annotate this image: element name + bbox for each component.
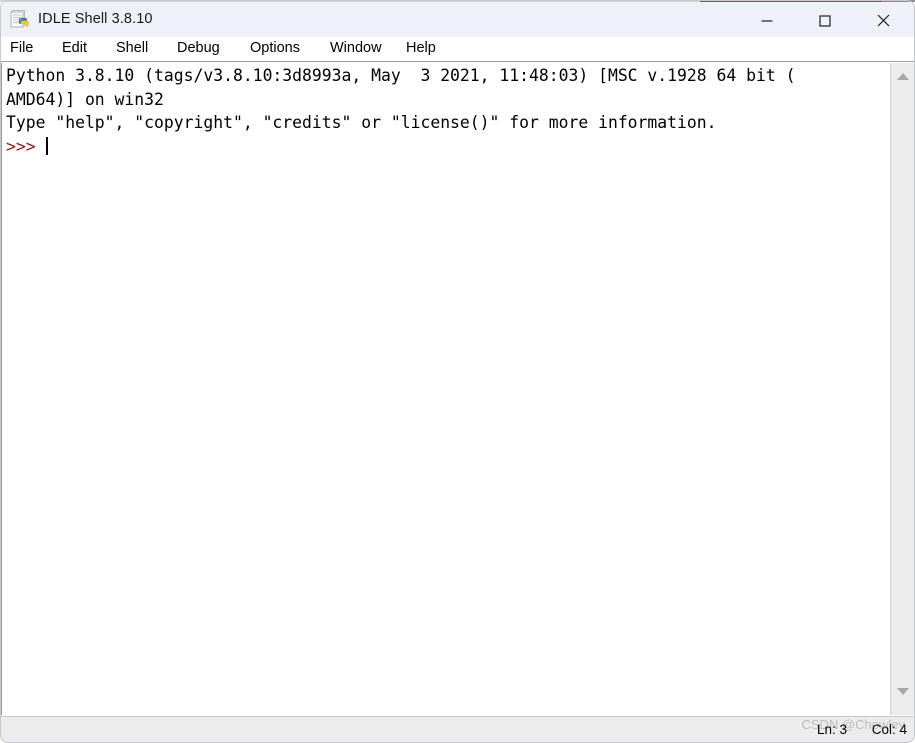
close-button[interactable] (860, 4, 906, 37)
status-line-indicator: Ln: 3 (816, 722, 847, 737)
title-bar[interactable]: IDLE Shell 3.8.10 (0, 2, 915, 37)
menu-item-file[interactable]: File (6, 39, 37, 57)
menu-item-shell[interactable]: Shell (112, 39, 152, 57)
minimize-icon (761, 19, 773, 22)
shell-text-area-container: Python 3.8.10 (tags/v3.8.10:3d8993a, May… (0, 63, 915, 715)
menu-item-help[interactable]: Help (402, 39, 440, 57)
menu-bar: File Edit Shell Debug Options Window Hel… (0, 37, 915, 62)
status-bar: CSDN @Chowley Ln: 3 Col: 4 (0, 716, 915, 743)
menu-item-options[interactable]: Options (246, 39, 304, 57)
console-line-banner-2: AMD64)] on win32 (6, 89, 164, 109)
status-column-indicator: Col: 4 (871, 722, 907, 737)
console-line-banner-1: Python 3.8.10 (tags/v3.8.10:3d8993a, May… (6, 66, 796, 85)
maximize-icon (819, 14, 831, 27)
python-file-icon (9, 10, 31, 31)
console-prompt-line[interactable]: >>> (6, 135, 888, 159)
menu-item-window[interactable]: Window (326, 39, 386, 57)
scroll-down-arrow-icon[interactable] (891, 680, 915, 702)
prompt-chevrons: >>> (6, 136, 46, 156)
menu-item-debug[interactable]: Debug (173, 39, 224, 57)
maximize-button[interactable] (802, 4, 848, 37)
minimize-button[interactable] (744, 4, 790, 37)
window-title: IDLE Shell 3.8.10 (38, 11, 153, 27)
menu-item-edit[interactable]: Edit (58, 39, 91, 57)
text-caret (46, 136, 49, 155)
close-icon (877, 14, 889, 27)
vertical-scrollbar[interactable] (890, 63, 915, 715)
scroll-up-arrow-icon[interactable] (891, 65, 915, 87)
console-line-banner-3: Type "help", "copyright", "credits" or "… (6, 113, 717, 133)
shell-output-text-area[interactable]: Python 3.8.10 (tags/v3.8.10:3d8993a, May… (0, 63, 888, 715)
idle-shell-window: IDLE Shell 3.8.10 File Edit Shell Debug … (0, 0, 915, 743)
